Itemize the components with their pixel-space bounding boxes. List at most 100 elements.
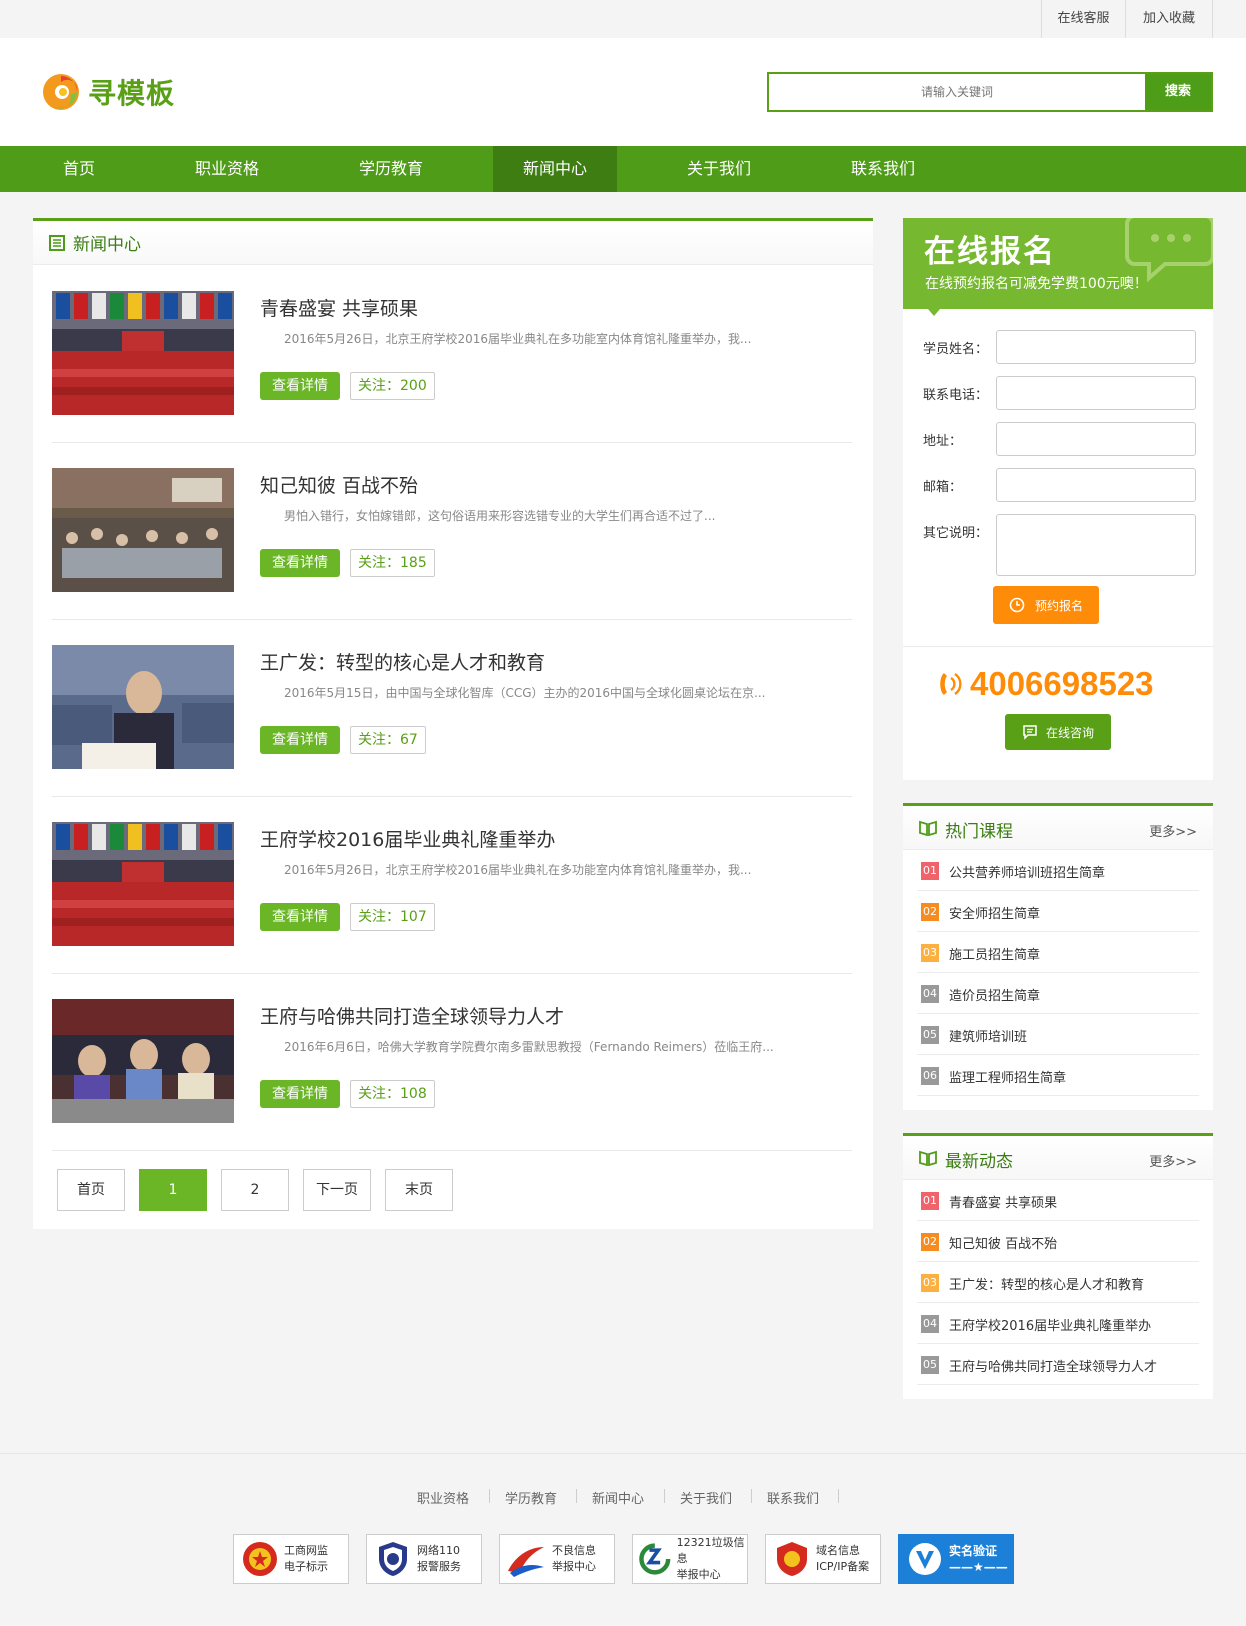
view-details-button[interactable]: 查看详情	[260, 726, 340, 754]
course-title[interactable]: 公共营养师培训班招生简章	[949, 862, 1105, 881]
pager-next[interactable]: 下一页	[303, 1169, 371, 1211]
logo-text: 寻模板	[88, 77, 176, 110]
site-logo[interactable]: 寻模板	[42, 72, 175, 112]
phone-icon	[940, 673, 962, 695]
footer-separator	[664, 1489, 665, 1503]
badge-text: 12321垃圾信息 举报中心	[676, 1536, 745, 1581]
course-item[interactable]: 05 建筑师培训班	[917, 1014, 1199, 1055]
notes-textarea[interactable]	[996, 514, 1196, 576]
rank-badge: 06	[921, 1067, 939, 1085]
swoosh-icon	[508, 1547, 544, 1577]
notes-label: 其它说明：	[923, 526, 989, 541]
search-button[interactable]: 搜索	[1145, 74, 1211, 110]
pager-last[interactable]: 末页	[385, 1169, 453, 1211]
news-panel-header: 新闻中心	[33, 221, 873, 265]
view-details-button[interactable]: 查看详情	[260, 903, 340, 931]
nav-about[interactable]: 关于我们	[671, 146, 767, 192]
phone-field[interactable]	[996, 376, 1196, 410]
course-item[interactable]: 06 监理工程师招生简章	[917, 1055, 1199, 1096]
shield-icon	[777, 1542, 807, 1576]
news-link-item[interactable]: 03 王广发：转型的核心是人才和教育	[917, 1262, 1199, 1303]
chat-bubble-icon	[1125, 218, 1213, 283]
pager-first[interactable]: 首页	[57, 1169, 125, 1211]
news-link-title[interactable]: 王广发：转型的核心是人才和教育	[949, 1274, 1144, 1293]
news-thumbnail[interactable]	[52, 291, 234, 415]
view-details-button[interactable]: 查看详情	[260, 549, 340, 577]
badge-spam-report[interactable]: 12321垃圾信息 举报中心	[632, 1534, 748, 1584]
news-title[interactable]: 王广发：转型的核心是人才和教育	[260, 648, 545, 675]
view-details-button[interactable]: 查看详情	[260, 372, 340, 400]
rank-badge: 04	[921, 985, 939, 1003]
badge-text: 工商网监 电子标示	[284, 1544, 328, 1573]
footer-link-news[interactable]: 新闻中心	[592, 1488, 644, 1507]
name-label: 学员姓名：	[923, 342, 989, 357]
news-link-title[interactable]: 王府学校2016届毕业典礼隆重举办	[949, 1315, 1151, 1334]
emblem-icon	[243, 1542, 277, 1576]
news-item: 王府学校2016届毕业典礼隆重举办 2016年5月26日，北京王府学校2016届…	[52, 797, 852, 974]
view-details-button[interactable]: 查看详情	[260, 1080, 340, 1108]
news-thumbnail[interactable]	[52, 645, 234, 769]
nav-vocational[interactable]: 职业资格	[179, 146, 275, 192]
news-thumbnail[interactable]	[52, 822, 234, 946]
online-service-link[interactable]: 在线客服	[1041, 0, 1125, 38]
search-input[interactable]	[769, 74, 1145, 110]
news-link-item[interactable]: 02 知己知彼 百战不殆	[917, 1221, 1199, 1262]
news-item: 青春盛宴 共享硕果 2016年5月26日，北京王府学校2016届毕业典礼在多功能…	[52, 266, 852, 443]
online-consult-button[interactable]: 在线咨询	[1005, 714, 1111, 750]
latest-news-more-link[interactable]: 更多>>	[1149, 1151, 1197, 1170]
news-link-item[interactable]: 04 王府学校2016届毕业典礼隆重举办	[917, 1303, 1199, 1344]
badge-icp-filing[interactable]: 域名信息 ICP/IP备案	[765, 1534, 881, 1584]
footer-link-vocational[interactable]: 职业资格	[417, 1488, 469, 1507]
view-count-badge: 关注：67	[350, 726, 426, 754]
news-link-item[interactable]: 01 青春盛宴 共享硕果	[917, 1180, 1199, 1221]
news-title[interactable]: 王府学校2016届毕业典礼隆重举办	[260, 825, 555, 852]
course-item[interactable]: 03 施工员招生简章	[917, 932, 1199, 973]
news-summary: 男怕入错行，女怕嫁错郎，这句俗语用来形容选错专业的大学生们再合适不过了...	[284, 509, 716, 523]
rank-badge: 03	[921, 1274, 939, 1292]
hot-courses-header: 热门课程 更多>>	[903, 806, 1213, 850]
footer-link-contact[interactable]: 联系我们	[767, 1488, 819, 1507]
address-field[interactable]	[996, 422, 1196, 456]
footer-link-about[interactable]: 关于我们	[680, 1488, 732, 1507]
nav-contact[interactable]: 联系我们	[835, 146, 931, 192]
nav-news[interactable]: 新闻中心	[493, 146, 617, 192]
latest-news-title: 最新动态	[945, 1152, 1013, 1172]
pager-page-1[interactable]: 1	[139, 1169, 207, 1211]
news-title[interactable]: 王府与哈佛共同打造全球领导力人才	[260, 1002, 564, 1029]
view-count-badge: 关注：107	[350, 903, 435, 931]
news-thumbnail[interactable]	[52, 999, 234, 1123]
course-title[interactable]: 造价员招生简章	[949, 985, 1040, 1004]
footer-link-education[interactable]: 学历教育	[505, 1488, 557, 1507]
news-thumbnail[interactable]	[52, 468, 234, 592]
name-field[interactable]	[996, 330, 1196, 364]
news-title[interactable]: 青春盛宴 共享硕果	[260, 294, 418, 321]
badge-real-name-verify[interactable]: 实名验证 ——★——	[898, 1534, 1014, 1584]
email-field[interactable]	[996, 468, 1196, 502]
course-title[interactable]: 监理工程师招生简章	[949, 1067, 1066, 1086]
pager-page-2[interactable]: 2	[221, 1169, 289, 1211]
hot-courses-more-link[interactable]: 更多>>	[1149, 821, 1197, 840]
course-title[interactable]: 安全师招生简章	[949, 903, 1040, 922]
recycle-icon	[639, 1543, 671, 1575]
badge-business-supervision[interactable]: 工商网监 电子标示	[233, 1534, 349, 1584]
footer-separator	[489, 1489, 490, 1503]
news-item: 王广发：转型的核心是人才和教育 2016年5月15日，由中国与全球化智库（CCG…	[52, 620, 852, 797]
reserve-signup-button[interactable]: 预约报名	[993, 586, 1099, 624]
news-link-title[interactable]: 知己知彼 百战不殆	[949, 1233, 1057, 1252]
badge-police-110[interactable]: 网络110 报警服务	[366, 1534, 482, 1584]
main-nav: 首页 职业资格 学历教育 新闻中心 关于我们 联系我们	[0, 146, 1246, 192]
nav-education[interactable]: 学历教育	[343, 146, 439, 192]
course-title[interactable]: 施工员招生简章	[949, 944, 1040, 963]
course-item[interactable]: 04 造价员招生简章	[917, 973, 1199, 1014]
rank-badge: 05	[921, 1026, 939, 1044]
news-link-title[interactable]: 王府与哈佛共同打造全球领导力人才	[949, 1356, 1157, 1375]
news-link-item[interactable]: 05 王府与哈佛共同打造全球领导力人才	[917, 1344, 1199, 1385]
course-item[interactable]: 02 安全师招生简章	[917, 891, 1199, 932]
course-item[interactable]: 01 公共营养师培训班招生简章	[917, 850, 1199, 891]
course-title[interactable]: 建筑师培训班	[949, 1026, 1027, 1045]
news-title[interactable]: 知己知彼 百战不殆	[260, 471, 418, 498]
news-link-title[interactable]: 青春盛宴 共享硕果	[949, 1192, 1057, 1211]
nav-home[interactable]: 首页	[40, 146, 118, 192]
badge-bad-info-report[interactable]: 不良信息 举报中心	[499, 1534, 615, 1584]
add-favorite-link[interactable]: 加入收藏	[1125, 0, 1213, 38]
